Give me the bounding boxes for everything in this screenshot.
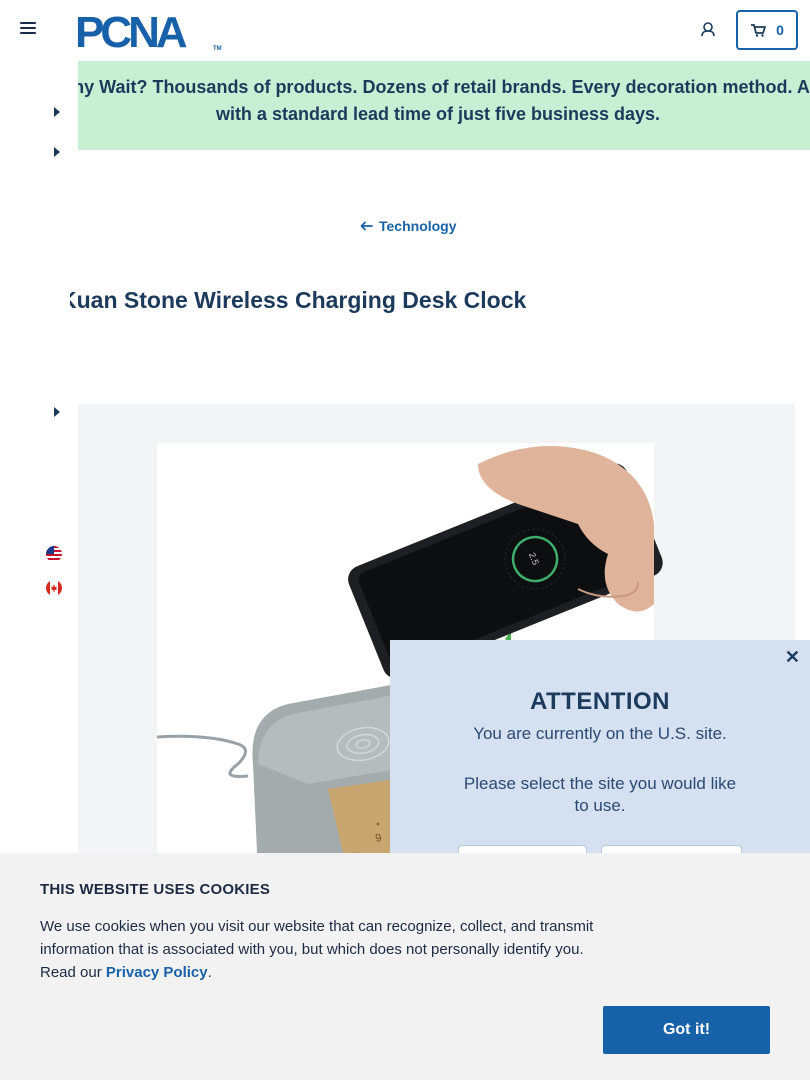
arrow-left-icon — [360, 221, 373, 231]
canada-flag-icon[interactable] — [46, 580, 62, 596]
caret-right-icon[interactable] — [54, 107, 60, 117]
site-header: PCNA TM 0 — [0, 0, 810, 61]
us-flag-icon[interactable] — [46, 546, 62, 562]
caret-right-icon[interactable] — [54, 407, 60, 417]
cookie-banner: THIS WEBSITE USES COOKIES We use cookies… — [0, 853, 810, 1080]
cart-icon — [751, 24, 766, 37]
modal-current-site: You are currently on the U.S. site. — [473, 724, 727, 743]
promo-banner: Why Wait? Thousands of products. Dozens … — [78, 61, 810, 150]
breadcrumb-technology[interactable]: Technology — [360, 218, 457, 234]
svg-text:TM: TM — [213, 46, 222, 51]
cart-count: 0 — [776, 22, 784, 38]
menu-icon[interactable] — [20, 22, 36, 38]
accept-cookies-button[interactable]: Got it! — [603, 1006, 770, 1054]
product-title: Kuan Stone Wireless Charging Desk Clock — [60, 287, 527, 313]
breadcrumb-label: Technology — [379, 218, 457, 234]
logo-text: PCNA — [75, 9, 187, 51]
promo-banner-text: Why Wait? Thousands of products. Dozens … — [78, 77, 810, 124]
pcna-logo[interactable]: PCNA TM — [75, 8, 225, 57]
caret-right-icon[interactable] — [54, 147, 60, 157]
cookie-text: We use cookies when you visit our websit… — [40, 918, 594, 981]
modal-title: ATTENTION — [529, 688, 671, 715]
privacy-policy-link[interactable]: Privacy Policy — [106, 964, 208, 981]
account-icon[interactable] — [698, 20, 718, 40]
cart-button[interactable]: 0 — [736, 10, 798, 50]
close-icon[interactable]: ✕ — [785, 648, 800, 666]
cookie-title: THIS WEBSITE USES COOKIES — [40, 881, 271, 898]
modal-instruction: Please select the site you would like to… — [463, 774, 737, 815]
